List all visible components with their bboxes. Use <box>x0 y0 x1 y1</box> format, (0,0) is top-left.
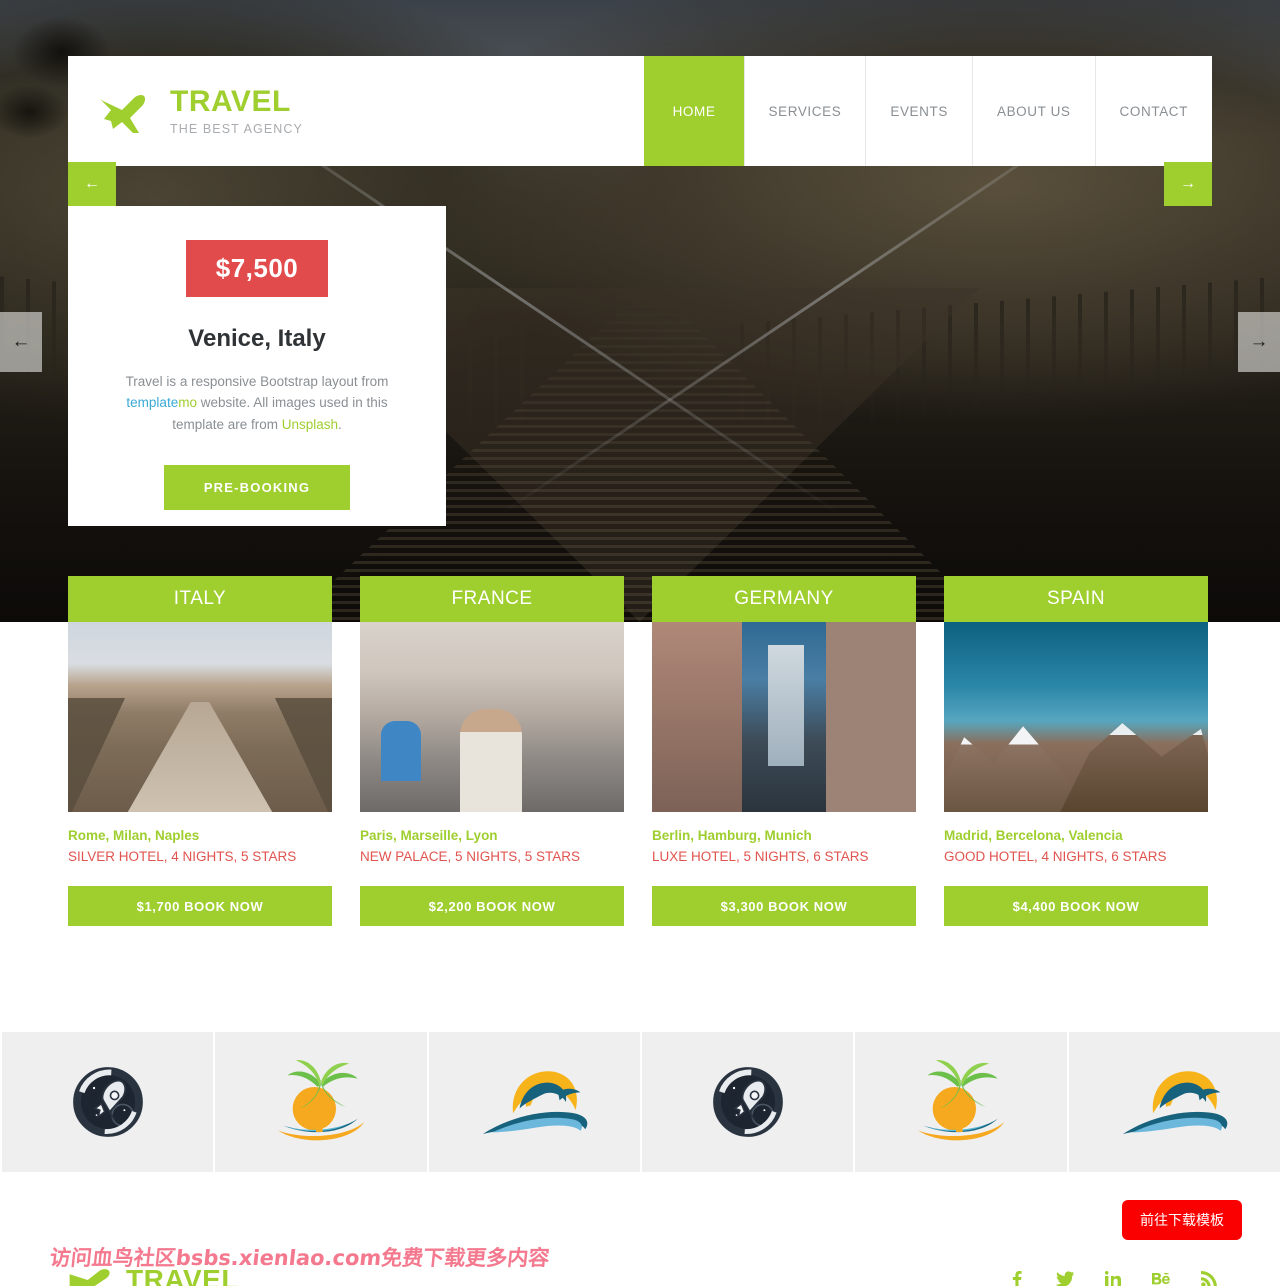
footer-social-links <box>1008 1270 1218 1286</box>
destination-cards-carousel: ITALY Rome, Milan, Naples SILVER HOTEL, … <box>68 576 1212 926</box>
dolphin-wave-logo <box>1123 1071 1228 1134</box>
nav-item-services[interactable]: SERVICES <box>743 56 866 166</box>
destination-card-spain: SPAIN Madrid, Bercelona, Valencia GOOD H… <box>944 576 1208 926</box>
card-hotel-italy: SILVER HOTEL, 4 NIGHTS, 5 STARS <box>68 849 297 864</box>
card-body-spain: Madrid, Bercelona, Valencia GOOD HOTEL, … <box>944 812 1208 926</box>
arrow-right-icon: → <box>1180 175 1196 192</box>
nav-item-about-us[interactable]: ABOUT US <box>971 56 1095 166</box>
hero-destination-title: Venice, Italy <box>188 325 326 352</box>
card-cities-france: Paris, Marseille, Lyon <box>360 828 498 843</box>
rocket-badge-logo <box>72 1067 143 1137</box>
card-image-france <box>360 622 624 812</box>
arrow-right-icon: → <box>1249 331 1269 352</box>
card-image-spain <box>944 622 1208 812</box>
destination-card-italy: ITALY Rome, Milan, Naples SILVER HOTEL, … <box>68 576 332 926</box>
rss-icon[interactable] <box>1200 1270 1218 1286</box>
card-hotel-germany: LUXE HOTEL, 5 NIGHTS, 6 STARS <box>652 849 869 864</box>
behance-icon[interactable] <box>1152 1270 1170 1286</box>
arrow-left-icon: ← <box>11 331 31 352</box>
card-country-spain: SPAIN <box>944 576 1208 622</box>
main-navigation: HOME SERVICES EVENTS ABOUT US CONTACT <box>643 56 1212 166</box>
card-country-germany: GERMANY <box>652 576 916 622</box>
hero-desc-text-2: website. All images used in this templat… <box>172 395 388 432</box>
templatemo-link[interactable]: templatemo <box>126 395 197 410</box>
partner-logo-1[interactable] <box>0 1032 216 1172</box>
twitter-icon[interactable] <box>1056 1270 1074 1286</box>
hero-next-arrow[interactable]: → <box>1238 312 1280 372</box>
unsplash-link[interactable]: Unsplash <box>282 417 338 432</box>
site-header: TRAVEL THE BEST AGENCY HOME SERVICES EVE… <box>68 56 1212 166</box>
card-book-button-germany[interactable]: $3,300 BOOK NOW <box>652 886 916 926</box>
cards-next-arrow[interactable]: → <box>1164 162 1212 206</box>
templatemo-link-part-a: template <box>126 395 179 411</box>
partner-logo-6[interactable] <box>1069 1032 1280 1172</box>
card-cities-spain: Madrid, Bercelona, Valencia <box>944 828 1123 843</box>
partner-logo-3[interactable] <box>429 1032 642 1172</box>
card-cities-germany: Berlin, Hamburg, Munich <box>652 828 812 843</box>
card-cities-italy: Rome, Milan, Naples <box>68 828 200 843</box>
download-template-button[interactable]: 前往下载模板 <box>1122 1200 1242 1240</box>
card-book-button-spain[interactable]: $4,400 BOOK NOW <box>944 886 1208 926</box>
card-country-italy: ITALY <box>68 576 332 622</box>
card-hotel-spain: GOOD HOTEL, 4 NIGHTS, 6 STARS <box>944 849 1167 864</box>
palm-island-logo <box>277 1060 365 1141</box>
brand-title: TRAVEL <box>170 84 291 118</box>
arrow-left-icon: ← <box>84 175 100 192</box>
pre-booking-button[interactable]: PRE-BOOKING <box>163 464 351 510</box>
card-image-germany <box>652 622 916 812</box>
card-body-germany: Berlin, Hamburg, Munich LUXE HOTEL, 5 NI… <box>652 812 916 926</box>
brand-subtitle: THE BEST AGENCY <box>170 121 303 136</box>
brand-logo[interactable]: TRAVEL THE BEST AGENCY <box>68 56 644 166</box>
airplane-icon <box>100 94 146 133</box>
destination-card-germany: GERMANY Berlin, Hamburg, Munich LUXE HOT… <box>652 576 916 926</box>
hero-desc-text-1: Travel is a responsive Bootstrap layout … <box>125 374 389 389</box>
hero-prev-arrow[interactable]: ← <box>0 312 42 372</box>
rocket-badge-logo <box>712 1067 783 1137</box>
templatemo-link-part-b: mo <box>178 395 197 411</box>
destination-card-france: FRANCE Paris, Marseille, Lyon NEW PALACE… <box>360 576 624 926</box>
card-book-button-france[interactable]: $2,200 BOOK NOW <box>360 886 624 926</box>
card-country-france: FRANCE <box>360 576 624 622</box>
travel-landing-page: ← → TRAVEL THE BEST AGENCY HOME SERVICES… <box>0 0 1280 1286</box>
card-hotel-france: NEW PALACE, 5 NIGHTS, 5 STARS <box>360 849 581 864</box>
partner-logos-strip <box>0 1032 1280 1172</box>
palm-island-logo <box>917 1060 1005 1141</box>
nav-item-home[interactable]: HOME <box>643 56 744 166</box>
partner-logo-5[interactable] <box>855 1032 1069 1172</box>
hero-desc-text-3: . <box>338 416 342 432</box>
nav-item-events[interactable]: EVENTS <box>865 56 972 166</box>
hero-offer-card: $7,500 Venice, Italy Travel is a respons… <box>68 206 446 526</box>
hero-price-badge: $7,500 <box>185 240 329 297</box>
card-body-france: Paris, Marseille, Lyon NEW PALACE, 5 NIG… <box>360 812 624 926</box>
partner-logo-4[interactable] <box>642 1032 856 1172</box>
card-image-italy <box>68 622 332 812</box>
site-watermark-text: 访问血鸟社区bsbs.xienlao.com免费下载更多内容 <box>48 1246 551 1270</box>
linkedin-icon[interactable] <box>1104 1270 1122 1286</box>
card-body-italy: Rome, Milan, Naples SILVER HOTEL, 4 NIGH… <box>68 812 332 926</box>
facebook-icon[interactable] <box>1008 1270 1026 1286</box>
nav-item-contact[interactable]: CONTACT <box>1094 56 1212 166</box>
partner-logo-2[interactable] <box>215 1032 429 1172</box>
cards-prev-arrow[interactable]: ← <box>68 162 116 206</box>
hero-description: Travel is a responsive Bootstrap layout … <box>98 371 416 435</box>
dolphin-wave-logo <box>483 1071 588 1134</box>
card-book-button-italy[interactable]: $1,700 BOOK NOW <box>68 886 332 926</box>
